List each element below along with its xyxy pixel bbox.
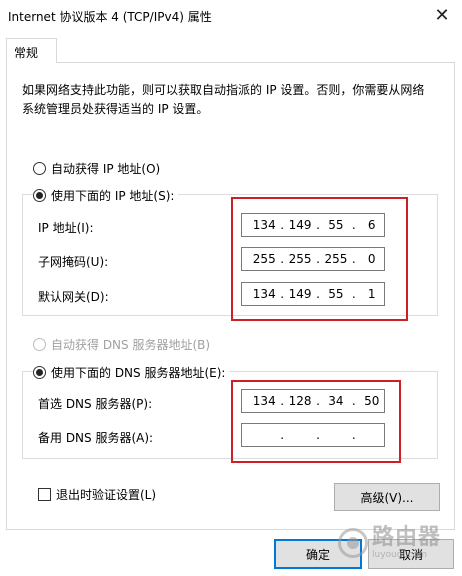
subnet-mask-input[interactable]: 255. 255. 255. 0 bbox=[241, 247, 385, 271]
alternate-dns-input[interactable]: ... bbox=[241, 423, 385, 447]
tab-general[interactable]: 常规 bbox=[6, 38, 57, 63]
radio-unchecked-icon bbox=[33, 162, 46, 175]
ip-octet: 6 bbox=[367, 218, 376, 232]
ip-octet: 255 bbox=[252, 252, 276, 266]
ip-octet: 50 bbox=[364, 394, 380, 408]
octet-separator: . bbox=[280, 428, 285, 442]
default-gateway-label: 默认网关(D): bbox=[38, 290, 109, 304]
octet-separator: . bbox=[316, 394, 320, 408]
ip-octet: 255 bbox=[288, 252, 312, 266]
preferred-dns-label: 首选 DNS 服务器(P): bbox=[38, 397, 153, 411]
octet-separator: . bbox=[316, 428, 320, 442]
title-bar: Internet 协议版本 4 (TCP/IPv4) 属性 ✕ bbox=[0, 0, 462, 30]
ip-octet: 34 bbox=[328, 394, 344, 408]
radio-unchecked-icon bbox=[33, 338, 46, 351]
ip-octet: 55 bbox=[328, 287, 344, 301]
octet-separator: . bbox=[280, 252, 285, 266]
ip-octet: 134 bbox=[252, 287, 276, 301]
window-title: Internet 协议版本 4 (TCP/IPv4) 属性 bbox=[8, 10, 212, 24]
octet-separator: . bbox=[351, 218, 356, 232]
radio-manual-ip-label: 使用下面的 IP 地址(S): bbox=[51, 189, 175, 203]
ip-octet: 0 bbox=[367, 252, 376, 266]
octet-separator: . bbox=[351, 428, 356, 442]
octet-separator: . bbox=[280, 287, 285, 301]
validate-settings-checkbox[interactable]: 退出时验证设置(L) bbox=[38, 486, 156, 503]
octet-separator: . bbox=[351, 394, 356, 408]
ip-octet: 55 bbox=[328, 218, 344, 232]
advanced-button-label: 高级(V)... bbox=[360, 490, 414, 505]
alternate-dns-label: 备用 DNS 服务器(A): bbox=[38, 431, 154, 445]
close-button[interactable]: ✕ bbox=[422, 0, 462, 30]
radio-checked-icon bbox=[33, 189, 46, 202]
tab-general-label: 常规 bbox=[14, 46, 39, 60]
radio-auto-dns-label: 自动获得 DNS 服务器地址(B) bbox=[51, 338, 211, 352]
octet-separator: . bbox=[280, 394, 285, 408]
cancel-button-label: 取消 bbox=[398, 547, 423, 562]
ip-address-label: IP 地址(I): bbox=[38, 221, 94, 235]
radio-manual-ip[interactable]: 使用下面的 IP 地址(S): bbox=[33, 187, 179, 204]
ip-octet: 134 bbox=[252, 394, 276, 408]
default-gateway-input[interactable]: 134. 149. 55. 1 bbox=[241, 282, 385, 306]
radio-manual-dns[interactable]: 使用下面的 DNS 服务器地址(E): bbox=[33, 364, 230, 381]
ok-button[interactable]: 确定 bbox=[274, 539, 362, 569]
radio-auto-dns: 自动获得 DNS 服务器地址(B) bbox=[33, 336, 210, 353]
radio-auto-ip-label: 自动获得 IP 地址(O) bbox=[51, 162, 161, 176]
octet-separator: . bbox=[280, 218, 285, 232]
octet-separator: . bbox=[351, 252, 356, 266]
close-icon: ✕ bbox=[434, 4, 450, 26]
radio-checked-icon bbox=[33, 366, 46, 379]
octet-separator: . bbox=[316, 287, 320, 301]
radio-auto-ip[interactable]: 自动获得 IP 地址(O) bbox=[33, 160, 160, 177]
ip-octet: 255 bbox=[324, 252, 348, 266]
ip-octet: 128 bbox=[288, 394, 312, 408]
ip-address-input[interactable]: 134. 149. 55. 6 bbox=[241, 213, 385, 237]
ip-octet: 149 bbox=[288, 218, 312, 232]
description-text: 如果网络支持此功能，则可以获取自动指派的 IP 设置。否则，你需要从网络系统管理… bbox=[22, 83, 425, 116]
ok-button-label: 确定 bbox=[305, 547, 330, 562]
advanced-button[interactable]: 高级(V)... bbox=[334, 483, 440, 511]
ip-octet: 1 bbox=[367, 287, 376, 301]
octet-separator: . bbox=[316, 218, 320, 232]
subnet-mask-label: 子网掩码(U): bbox=[38, 255, 109, 269]
radio-manual-dns-label: 使用下面的 DNS 服务器地址(E): bbox=[51, 366, 226, 380]
octet-separator: . bbox=[316, 252, 320, 266]
validate-settings-label: 退出时验证设置(L) bbox=[56, 488, 157, 502]
preferred-dns-input[interactable]: 134. 128. 34. 50 bbox=[241, 389, 385, 413]
ip-octet: 149 bbox=[288, 287, 312, 301]
ip-octet: 134 bbox=[252, 218, 276, 232]
octet-separator: . bbox=[351, 287, 356, 301]
cancel-button[interactable]: 取消 bbox=[368, 539, 454, 569]
checkbox-unchecked-icon bbox=[38, 488, 51, 501]
